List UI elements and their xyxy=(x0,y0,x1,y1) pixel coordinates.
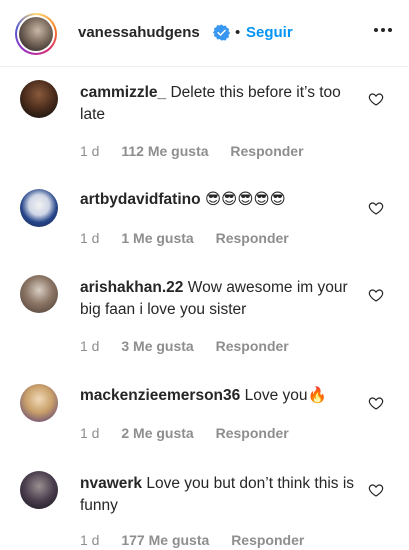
profile-avatar[interactable] xyxy=(15,13,57,55)
comment-time[interactable]: 1 d xyxy=(80,143,99,159)
comment-time[interactable]: 1 d xyxy=(80,230,99,246)
reply-button[interactable]: Responder xyxy=(216,338,289,354)
comment-body: artbydavidfatino 😎😎😎😎😎 xyxy=(80,189,370,211)
comment-time[interactable]: 1 d xyxy=(80,425,99,441)
commenter-avatar[interactable] xyxy=(20,384,58,422)
like-heart-icon[interactable] xyxy=(368,482,384,498)
header-username[interactable]: vanessahudgens xyxy=(78,24,200,41)
comment-body: mackenzieemerson36 Love you🔥 xyxy=(80,385,370,407)
post-header: vanessahudgens • Seguir xyxy=(0,0,409,67)
comment-meta: 1 d 1 Me gusta Responder xyxy=(80,230,289,246)
comment-username[interactable]: artbydavidfatino xyxy=(80,191,201,208)
comment-body: nvawerk Love you but don’t think this is… xyxy=(80,473,360,517)
like-heart-icon[interactable] xyxy=(368,287,384,303)
comment-meta: 1 d 112 Me gusta Responder xyxy=(80,143,304,159)
comment-username[interactable]: nvawerk xyxy=(80,475,142,492)
follow-button[interactable]: Seguir xyxy=(246,24,293,41)
comment-body: arishakhan.22 Wow awesome im your big fa… xyxy=(80,277,360,321)
comment-username[interactable]: mackenzieemerson36 xyxy=(80,387,240,404)
like-heart-icon[interactable] xyxy=(368,200,384,216)
comment-meta: 1 d 3 Me gusta Responder xyxy=(80,338,289,354)
commenter-avatar[interactable] xyxy=(20,80,58,118)
comment-time[interactable]: 1 d xyxy=(80,532,99,548)
comment-meta: 1 d 2 Me gusta Responder xyxy=(80,425,289,441)
commenter-avatar[interactable] xyxy=(20,189,58,227)
comment-likes[interactable]: 112 Me gusta xyxy=(121,143,208,159)
comment-meta: 1 d 177 Me gusta Responder xyxy=(80,532,304,548)
avatar-inner xyxy=(17,15,55,53)
verified-badge-icon xyxy=(213,24,230,41)
comment-text: Love you🔥 xyxy=(244,387,327,404)
comment-username[interactable]: arishakhan.22 xyxy=(80,279,183,296)
comment-text: 😎😎😎😎😎 xyxy=(204,191,286,208)
more-options-icon[interactable] xyxy=(371,18,395,42)
reply-button[interactable]: Responder xyxy=(216,425,289,441)
comment-body: cammizzle_ Delete this before it’s too l… xyxy=(80,82,360,126)
commenter-avatar[interactable] xyxy=(20,275,58,313)
comment-username[interactable]: cammizzle_ xyxy=(80,84,166,101)
avatar-image xyxy=(19,17,53,51)
like-heart-icon[interactable] xyxy=(368,91,384,107)
comment-likes[interactable]: 2 Me gusta xyxy=(121,425,193,441)
header-separator: • xyxy=(235,24,241,41)
comment-likes[interactable]: 3 Me gusta xyxy=(121,338,193,354)
comment-likes[interactable]: 1 Me gusta xyxy=(121,230,193,246)
reply-button[interactable]: Responder xyxy=(216,230,289,246)
reply-button[interactable]: Responder xyxy=(231,532,304,548)
like-heart-icon[interactable] xyxy=(368,395,384,411)
reply-button[interactable]: Responder xyxy=(230,143,303,159)
comment-likes[interactable]: 177 Me gusta xyxy=(121,532,209,548)
comment-time[interactable]: 1 d xyxy=(80,338,99,354)
commenter-avatar[interactable] xyxy=(20,471,58,509)
